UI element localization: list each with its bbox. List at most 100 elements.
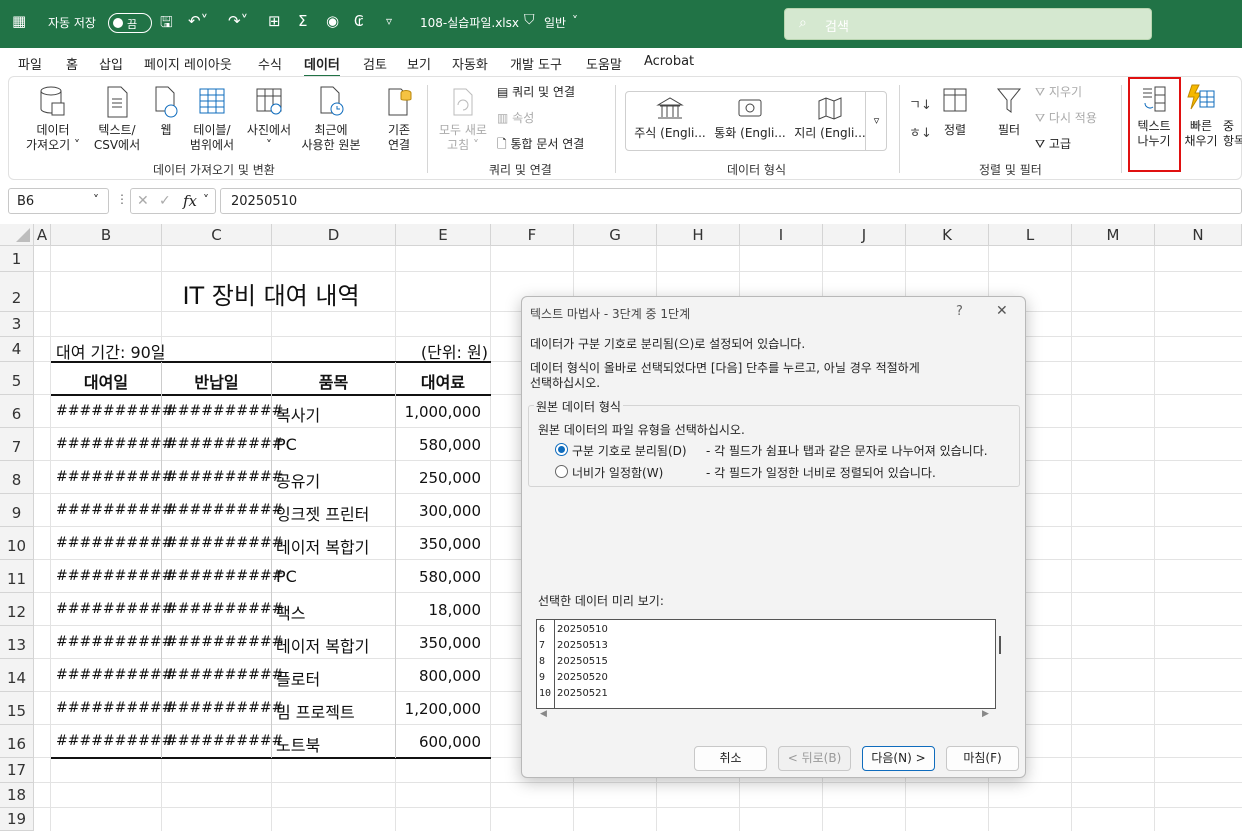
stocks-button[interactable]: 주식 (Engli... [630, 96, 710, 141]
column-header[interactable]: K [906, 224, 989, 246]
formula-input[interactable]: 20250510 [220, 188, 1242, 214]
table-cell[interactable]: ########## [56, 634, 173, 650]
row-header[interactable]: 5 [0, 362, 34, 395]
table-cell[interactable]: ########## [166, 568, 283, 584]
tab-home[interactable]: 홈 [66, 54, 78, 73]
cancel-button[interactable]: 취소 [694, 746, 767, 771]
table-cell[interactable]: ########## [56, 535, 173, 551]
row-header[interactable]: 14 [0, 659, 34, 692]
tab-acrobat[interactable]: Acrobat [644, 54, 694, 69]
help-icon[interactable]: ? [956, 304, 963, 319]
column-header[interactable]: F [491, 224, 574, 246]
row-header[interactable]: 17 [0, 758, 34, 783]
column-header[interactable]: D [272, 224, 396, 246]
table-cell[interactable]: ########## [56, 436, 173, 452]
row-header[interactable]: 7 [0, 428, 34, 461]
tab-file[interactable]: 파일 [18, 54, 42, 73]
tab-help[interactable]: 도움말 [586, 54, 622, 73]
existing-connections-button[interactable]: 기존 연결 [373, 85, 425, 153]
from-picture-button[interactable]: 사진에서 ˅ [241, 85, 297, 153]
table-cell[interactable]: ########## [166, 403, 283, 419]
table-cell[interactable]: 350,000 [396, 634, 481, 652]
table-cell[interactable]: 250,000 [396, 469, 481, 487]
advanced-button[interactable]: ⛛ 고급 [1035, 137, 1071, 152]
clear-button[interactable]: ⛛ 지우기 [1035, 85, 1082, 100]
table-cell[interactable]: ########## [166, 502, 283, 518]
tab-insert[interactable]: 삽입 [99, 54, 123, 73]
table-cell[interactable]: 18,000 [396, 601, 482, 619]
currencies-button[interactable]: 통화 (Engli... [710, 96, 790, 141]
autosave-toggle[interactable]: 끔 [108, 13, 152, 33]
table-cell[interactable]: ########## [56, 502, 173, 518]
row-header[interactable]: 13 [0, 626, 34, 659]
edit-links-button[interactable]: 🗋 통합 문서 연결 [497, 137, 584, 152]
table-cell[interactable]: 잉크젯 프린터 [276, 501, 369, 525]
sensitivity-label[interactable]: 일반 [544, 14, 566, 31]
row-header[interactable]: 11 [0, 560, 34, 593]
sort-button[interactable]: 정렬 [935, 85, 975, 138]
table-cell[interactable]: ########## [56, 667, 173, 683]
table-header-fee[interactable]: 대여료 [396, 369, 490, 393]
row-header[interactable]: 9 [0, 494, 34, 527]
row-header[interactable]: 3 [0, 312, 34, 337]
table-cell[interactable]: 1,200,000 [396, 700, 481, 718]
table-header-item[interactable]: 품목 [272, 369, 395, 393]
vertical-scrollbar-thumb[interactable] [999, 636, 1001, 654]
column-header[interactable]: N [1155, 224, 1242, 246]
tab-page-layout[interactable]: 페이지 레이아웃 [144, 54, 232, 73]
format-icon[interactable]: ₢ [354, 12, 364, 30]
table-cell[interactable]: ########## [56, 403, 173, 419]
table-cell[interactable]: 플로터 [276, 666, 320, 690]
queries-connections-button[interactable]: ▤ 쿼리 및 연결 [497, 85, 575, 100]
flash-fill-button[interactable]: 빠른 채우기 [1181, 81, 1221, 149]
enter-icon[interactable]: ✓ [159, 193, 171, 209]
row-header[interactable]: 8 [0, 461, 34, 494]
table-cell[interactable]: ########## [166, 469, 283, 485]
row-header[interactable]: 16 [0, 725, 34, 758]
fixed-width-radio[interactable] [555, 465, 568, 478]
row-header[interactable]: 10 [0, 527, 34, 560]
table-cell[interactable]: 580,000 [396, 568, 481, 586]
table-cell[interactable]: 300,000 [396, 502, 481, 520]
column-header[interactable]: H [657, 224, 740, 246]
row-header[interactable]: 18 [0, 783, 34, 808]
refresh-all-button[interactable]: 모두 새로 고침 ˅ [433, 85, 493, 153]
redo-icon[interactable]: ↷˅ [228, 12, 248, 30]
sort-descending-icon[interactable]: ㅎ↓ [909, 121, 932, 147]
row-header[interactable]: 4 [0, 337, 34, 362]
row-header[interactable]: 6 [0, 395, 34, 428]
get-data-button[interactable]: 데이터 가져오기 ˅ [21, 85, 85, 153]
column-header[interactable]: I [740, 224, 823, 246]
more-options-icon[interactable]: ⋮ [116, 192, 128, 206]
table-cell[interactable]: PC [276, 567, 297, 586]
table-cell[interactable]: ########## [166, 667, 283, 683]
select-all-corner[interactable] [0, 224, 34, 246]
tab-review[interactable]: 검토 [363, 54, 387, 73]
borders-icon[interactable]: ⊞ [268, 12, 281, 30]
horizontal-scrollbar[interactable]: ◀ ▶ [538, 709, 998, 723]
delimited-radio[interactable] [555, 443, 568, 456]
search-box[interactable]: ⌕ 검색 [784, 8, 1152, 40]
close-icon[interactable]: ✕ [996, 303, 1008, 319]
table-cell[interactable]: ########## [56, 469, 173, 485]
column-header[interactable]: L [989, 224, 1072, 246]
fixed-width-label[interactable]: 너비가 일정함(W) [572, 464, 663, 481]
table-cell[interactable]: ########## [166, 601, 283, 617]
save-icon[interactable]: 🖫 [160, 12, 173, 37]
table-header-return-date[interactable]: 반납일 [162, 369, 271, 393]
properties-button[interactable]: ▥ 속성 [497, 111, 534, 126]
web-button[interactable]: 웹 [149, 85, 183, 138]
back-button[interactable]: < 뒤로(B) [778, 746, 851, 771]
geography-button[interactable]: 지리 (Engli... [790, 96, 870, 141]
table-cell[interactable]: 580,000 [396, 436, 481, 454]
table-cell[interactable]: ########## [166, 436, 283, 452]
preview-box[interactable]: 6 20250510 7 20250513 8 20250515 9 20250… [536, 619, 1001, 709]
scroll-right-icon[interactable]: ▶ [982, 709, 989, 719]
cancel-icon[interactable]: ✕ [137, 193, 149, 209]
autosum-icon[interactable]: Σ [298, 12, 307, 30]
column-header[interactable]: G [574, 224, 657, 246]
table-cell[interactable]: 빔 프로젝트 [276, 699, 355, 723]
column-header[interactable]: C [162, 224, 272, 246]
chevron-down-icon[interactable]: ˅ [93, 193, 99, 207]
row-header[interactable]: 19 [0, 808, 34, 831]
